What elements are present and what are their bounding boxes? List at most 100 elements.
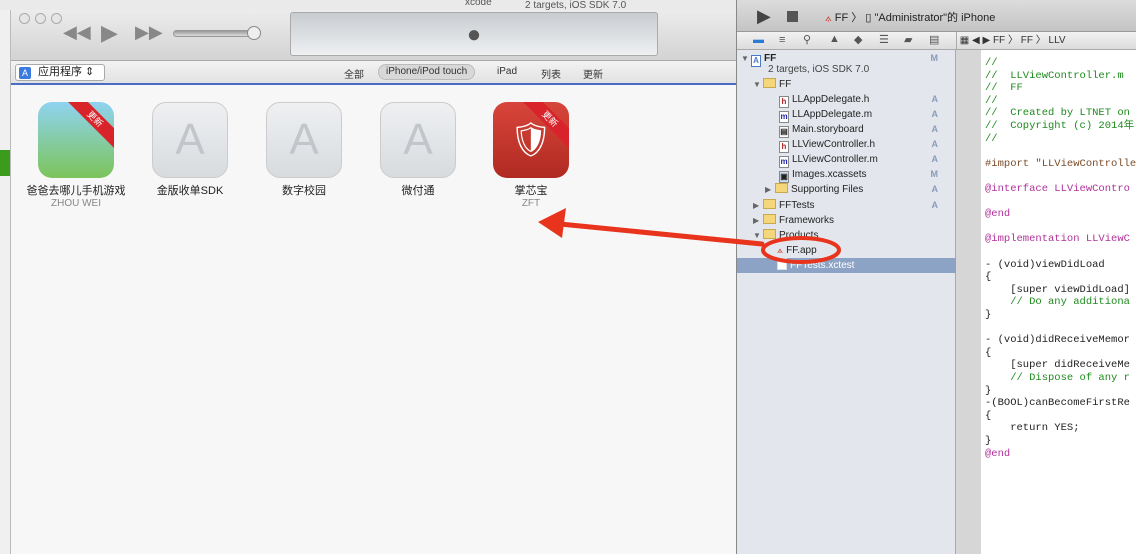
app-developer: ZFT	[521, 198, 541, 209]
nav-file[interactable]: h LLAppDelegate.h A	[737, 92, 956, 108]
log-icon[interactable]: ▤	[929, 33, 939, 46]
nav-product-xctest[interactable]: FFTests.xctest	[737, 258, 956, 273]
segment-list[interactable]: 列表	[541, 66, 561, 81]
nav-text: Supporting Files	[791, 184, 864, 195]
play-icon[interactable]: ▶	[101, 20, 118, 46]
folder-icon[interactable]: ▬	[753, 34, 764, 46]
warning-icon[interactable]: ▲	[829, 33, 840, 45]
minimize-button[interactable]	[35, 13, 46, 24]
update-badge: 更新	[65, 102, 114, 149]
nav-text: A	[931, 184, 939, 194]
code-line: [super didReceiveMe	[985, 359, 1130, 372]
nav-file[interactable]: h LLViewController.h A	[737, 137, 956, 153]
app-name: 掌芯宝	[514, 185, 548, 197]
symbol-icon[interactable]: ≡	[779, 34, 785, 46]
nav-folder[interactable]: ▼ Products	[737, 228, 956, 243]
jump-folder[interactable]: FF	[1021, 35, 1033, 46]
zoom-button[interactable]	[51, 13, 62, 24]
nav-folder-ff[interactable]: ▼ FF	[737, 77, 956, 92]
nav-folder[interactable]: ▶ FFTests A	[737, 198, 956, 213]
nav-text: Images.xcassets	[792, 169, 867, 180]
nav-text: A	[931, 124, 939, 134]
jump-file[interactable]: LLV	[1049, 35, 1066, 46]
app-target-icon: ⟑	[825, 12, 832, 24]
code-line: {	[985, 346, 992, 359]
stop-button[interactable]	[787, 11, 798, 22]
app-item[interactable]: A 数字校园	[254, 102, 354, 198]
editor-gutter	[956, 50, 981, 554]
nav-text: M	[930, 169, 939, 179]
app-item[interactable]: 🛡 更新 掌芯宝 ZFT	[481, 102, 581, 209]
scheme-selector[interactable]: ⟑ FF 〉 ▯ "Administrator"的 iPhone	[825, 9, 995, 25]
close-button[interactable]	[19, 13, 30, 24]
nav-file[interactable]: m LLViewController.m A	[737, 152, 956, 168]
nav-text: Frameworks	[779, 215, 835, 226]
segment-updates[interactable]: 更新	[583, 66, 603, 81]
nav-file[interactable]: ▤ Main.storyboard A	[737, 122, 956, 138]
nav-product-app[interactable]: ⟑ FF.app	[737, 243, 956, 258]
project-navigator: ▼ A FF M 2 targets, iOS SDK 7.0 ▼ FF h LLAppD…	[737, 50, 956, 554]
breakpoint-icon[interactable]: ▰	[904, 33, 912, 46]
search-icon[interactable]: ⚲	[803, 33, 811, 46]
nav-folder[interactable]: ▶ Frameworks	[737, 213, 956, 228]
nav-text: ▶	[753, 201, 760, 210]
grid-icon[interactable]: ▦	[960, 35, 969, 46]
itunes-toolbar: ◀◀ ▶ ▶▶ ●	[11, 10, 737, 61]
jump-project[interactable]: FF	[993, 35, 1005, 46]
code-line: // Created by LTNET on	[985, 107, 1130, 120]
app-item[interactable]: 更新 爸爸去哪儿手机游戏 ZHOU WEI	[26, 102, 126, 209]
folder-icon	[763, 214, 776, 224]
code-line: #import "LLViewControlle	[985, 157, 1136, 170]
nav-folder[interactable]: ▶ Supporting Files A	[737, 182, 956, 197]
nav-text: LLAppDelegate.m	[792, 109, 873, 120]
app-item[interactable]: A 金版收单SDK	[140, 102, 240, 198]
code-line: // LLViewController.m	[985, 69, 1124, 82]
app-store-placeholder-icon: A	[152, 102, 228, 178]
device-label: "Administrator"的 iPhone	[874, 12, 996, 24]
code-line: // FF	[985, 82, 1023, 95]
segment-ipad[interactable]: iPad	[497, 66, 517, 77]
nav-file[interactable]: ▣ Images.xcassets M	[737, 167, 956, 183]
volume-slider[interactable]	[173, 26, 261, 40]
code-line: }	[985, 309, 992, 321]
app-name: 数字校园	[282, 185, 326, 197]
background-title: xcode	[465, 0, 492, 8]
code-line: // Copyright (c) 2014年	[985, 120, 1135, 132]
navigator-selector-bar: ▬ ≡ ⚲ ▲ ◆ ☰ ▰ ▤	[737, 32, 956, 50]
app-item[interactable]: A 微付通	[368, 102, 468, 198]
game-icon: 更新	[38, 102, 114, 178]
code-line: {	[985, 271, 992, 284]
jump-bar: ▦ ◀ ▶ FF 〉 FF 〉 LLV	[956, 32, 1136, 50]
xcode-window: ▶ ⟑ FF 〉 ▯ "Administrator"的 iPhone ▬ ≡ ⚲…	[736, 0, 1136, 554]
run-button[interactable]: ▶	[757, 6, 771, 27]
update-badge: 更新	[520, 102, 569, 149]
code-line: @end	[985, 208, 1011, 221]
code-line: // Dispose of any r	[985, 372, 1130, 384]
folder-icon	[763, 78, 776, 88]
app-name: 微付通	[401, 185, 435, 197]
code-line: - (void)didReceiveMemor	[985, 334, 1130, 347]
fast-forward-icon[interactable]: ▶▶	[135, 22, 163, 43]
nav-text: LLViewController.m	[792, 154, 878, 165]
nav-text: A	[931, 94, 939, 104]
nav-file[interactable]: m LLAppDelegate.m A	[737, 107, 956, 123]
app-developer: ZHOU WEI	[51, 198, 101, 209]
nav-text: FF	[779, 79, 792, 90]
code-line: -(BOOL)canBecomeFirstRe	[985, 397, 1130, 410]
segment-iphone[interactable]: iPhone/iPod touch	[378, 64, 476, 80]
segment-all[interactable]: 全部	[344, 66, 364, 81]
code-editor[interactable]: //// LLViewController.m// FF//// Created…	[981, 50, 1136, 554]
debug-icon[interactable]: ☰	[879, 33, 889, 46]
nav-text: A	[931, 109, 939, 119]
nav-text: ▼	[753, 80, 761, 89]
library-selector-label: 应用程序	[38, 66, 82, 78]
app-name: 金版收单SDK	[156, 185, 224, 197]
rewind-icon[interactable]: ◀◀	[63, 22, 91, 43]
background-green-bar	[0, 150, 10, 176]
library-selector[interactable]: A 应用程序 ⇕	[15, 64, 105, 81]
code-line: [super viewDidLoad]	[985, 283, 1130, 296]
paw-shield-icon: 🛡 更新	[493, 102, 569, 178]
code-line: // Do any additiona	[985, 296, 1130, 309]
test-icon[interactable]: ◆	[854, 33, 862, 46]
app-name: 爸爸去哪儿手机游戏	[26, 185, 126, 197]
